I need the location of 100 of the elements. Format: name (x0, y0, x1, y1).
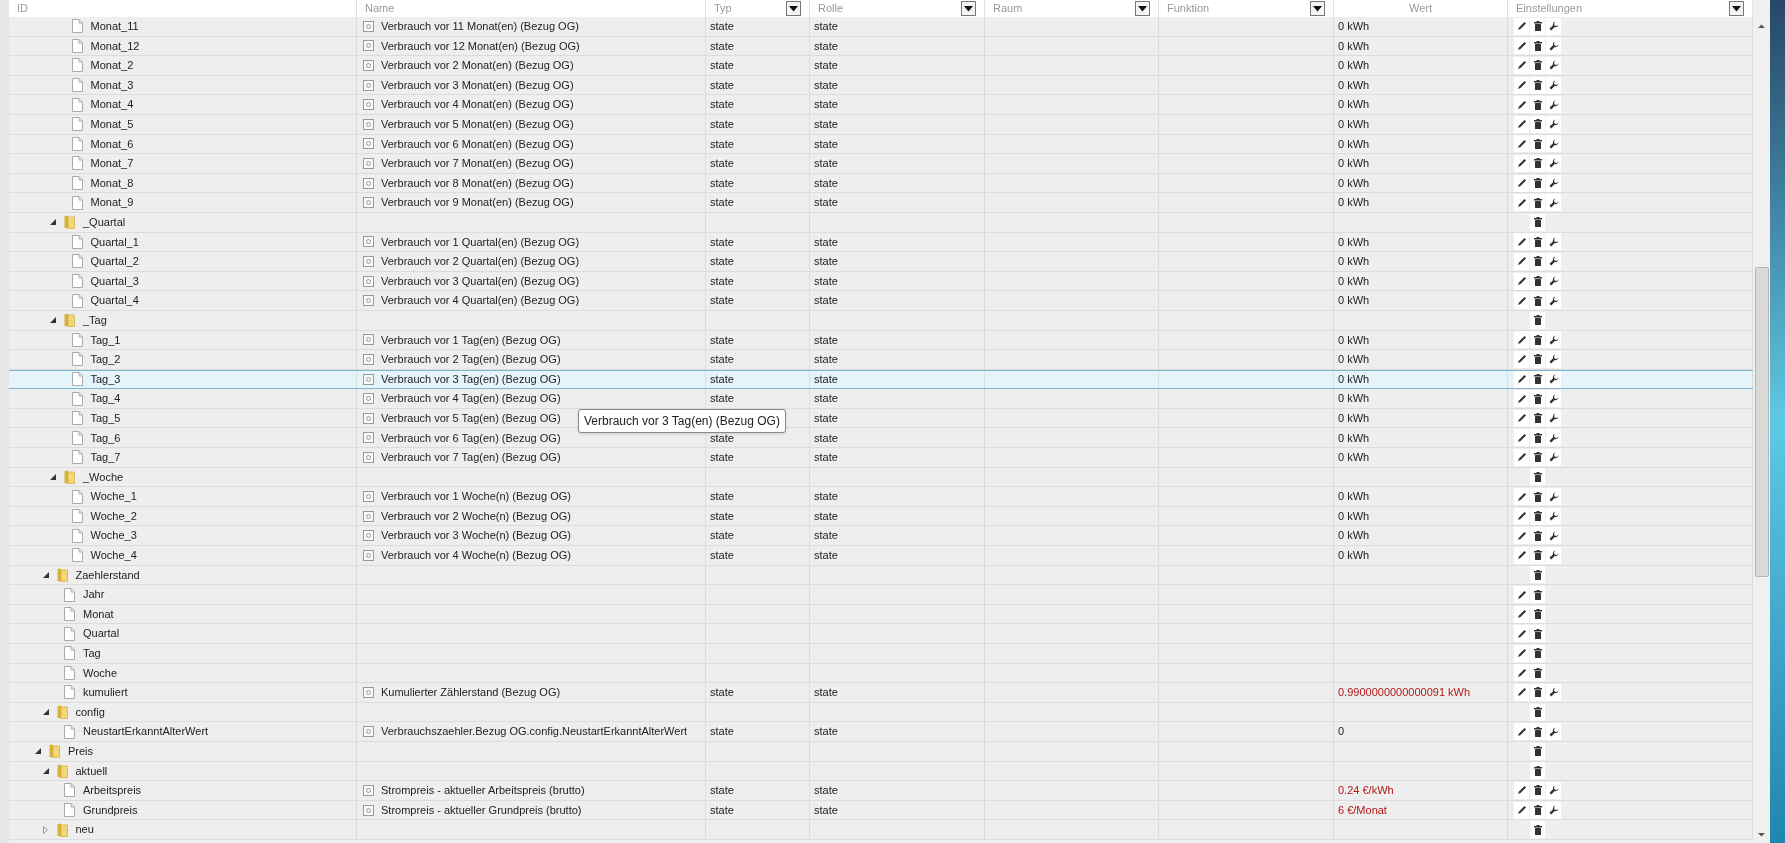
delete-button[interactable] (1530, 546, 1545, 564)
delete-button[interactable] (1530, 429, 1545, 447)
delete-button[interactable] (1530, 174, 1545, 192)
edit-button[interactable] (1514, 801, 1529, 819)
delete-button[interactable] (1530, 350, 1545, 368)
expand-arrow-icon[interactable] (42, 767, 49, 774)
edit-button[interactable] (1514, 331, 1529, 349)
settings-button[interactable] (1546, 96, 1561, 114)
edit-button[interactable] (1514, 448, 1529, 466)
settings-button[interactable] (1546, 371, 1561, 388)
filter-dropdown[interactable] (1729, 1, 1744, 16)
edit-button[interactable] (1514, 527, 1529, 545)
settings-button[interactable] (1546, 135, 1561, 153)
settings-button[interactable] (1546, 801, 1561, 819)
settings-button[interactable] (1546, 57, 1561, 74)
edit-button[interactable] (1514, 409, 1529, 427)
edit-button[interactable] (1514, 174, 1529, 192)
filter-dropdown[interactable] (961, 1, 976, 16)
edit-button[interactable] (1514, 586, 1529, 603)
expand-arrow-icon[interactable] (42, 571, 49, 578)
delete-button[interactable] (1530, 723, 1545, 741)
settings-button[interactable] (1546, 488, 1561, 506)
settings-button[interactable] (1546, 350, 1561, 368)
delete-button[interactable] (1530, 566, 1545, 584)
edit-button[interactable] (1514, 371, 1529, 388)
settings-button[interactable] (1546, 723, 1561, 741)
edit-button[interactable] (1514, 115, 1529, 133)
delete-button[interactable] (1530, 703, 1545, 721)
settings-button[interactable] (1546, 527, 1561, 545)
delete-button[interactable] (1530, 17, 1545, 35)
delete-button[interactable] (1530, 57, 1545, 74)
edit-button[interactable] (1514, 664, 1529, 682)
edit-button[interactable] (1514, 644, 1529, 662)
settings-button[interactable] (1546, 154, 1561, 172)
delete-button[interactable] (1530, 371, 1545, 388)
delete-button[interactable] (1530, 194, 1545, 212)
edit-button[interactable] (1514, 76, 1529, 94)
settings-button[interactable] (1546, 292, 1561, 310)
settings-button[interactable] (1546, 507, 1561, 525)
delete-button[interactable] (1530, 527, 1545, 545)
delete-button[interactable] (1530, 664, 1545, 682)
delete-button[interactable] (1530, 488, 1545, 506)
settings-button[interactable] (1546, 233, 1561, 251)
delete-button[interactable] (1530, 468, 1545, 486)
edit-button[interactable] (1514, 781, 1529, 799)
expand-arrow-icon[interactable] (35, 748, 41, 755)
delete-button[interactable] (1530, 331, 1545, 349)
settings-button[interactable] (1546, 409, 1561, 427)
delete-button[interactable] (1530, 292, 1545, 310)
edit-button[interactable] (1514, 272, 1529, 290)
edit-button[interactable] (1514, 96, 1529, 114)
settings-button[interactable] (1546, 272, 1561, 290)
settings-button[interactable] (1546, 390, 1561, 408)
delete-button[interactable] (1530, 115, 1545, 133)
edit-button[interactable] (1514, 488, 1529, 506)
expand-arrow-icon[interactable] (42, 709, 49, 716)
settings-button[interactable] (1546, 429, 1561, 447)
settings-button[interactable] (1546, 115, 1561, 133)
expand-arrow-icon[interactable] (50, 473, 56, 480)
delete-button[interactable] (1530, 135, 1545, 153)
edit-button[interactable] (1514, 154, 1529, 172)
edit-button[interactable] (1514, 546, 1529, 564)
edit-button[interactable] (1514, 507, 1529, 525)
delete-button[interactable] (1530, 742, 1545, 760)
edit-button[interactable] (1514, 292, 1529, 310)
edit-button[interactable] (1514, 625, 1529, 643)
delete-button[interactable] (1530, 213, 1545, 231)
settings-button[interactable] (1546, 546, 1561, 564)
settings-button[interactable] (1546, 252, 1561, 270)
edit-button[interactable] (1514, 233, 1529, 251)
settings-button[interactable] (1546, 684, 1561, 701)
edit-button[interactable] (1514, 390, 1529, 408)
delete-button[interactable] (1530, 586, 1545, 603)
filter-dropdown[interactable] (1310, 1, 1325, 16)
delete-button[interactable] (1530, 821, 1545, 839)
delete-button[interactable] (1530, 37, 1545, 55)
settings-button[interactable] (1546, 76, 1561, 94)
edit-button[interactable] (1514, 605, 1529, 623)
edit-button[interactable] (1514, 37, 1529, 55)
expand-arrow-icon[interactable] (50, 317, 56, 324)
delete-button[interactable] (1530, 644, 1545, 662)
edit-button[interactable] (1514, 350, 1529, 368)
delete-button[interactable] (1530, 448, 1545, 466)
delete-button[interactable] (1530, 507, 1545, 525)
edit-button[interactable] (1514, 57, 1529, 74)
settings-button[interactable] (1546, 448, 1561, 466)
delete-button[interactable] (1530, 801, 1545, 819)
settings-button[interactable] (1546, 781, 1561, 799)
delete-button[interactable] (1530, 409, 1545, 427)
filter-dropdown[interactable] (786, 1, 801, 16)
edit-button[interactable] (1514, 723, 1529, 741)
settings-button[interactable] (1546, 17, 1561, 35)
delete-button[interactable] (1530, 390, 1545, 408)
delete-button[interactable] (1530, 154, 1545, 172)
edit-button[interactable] (1514, 429, 1529, 447)
delete-button[interactable] (1530, 781, 1545, 799)
delete-button[interactable] (1530, 96, 1545, 114)
edit-button[interactable] (1514, 194, 1529, 212)
edit-button[interactable] (1514, 252, 1529, 270)
delete-button[interactable] (1530, 272, 1545, 290)
